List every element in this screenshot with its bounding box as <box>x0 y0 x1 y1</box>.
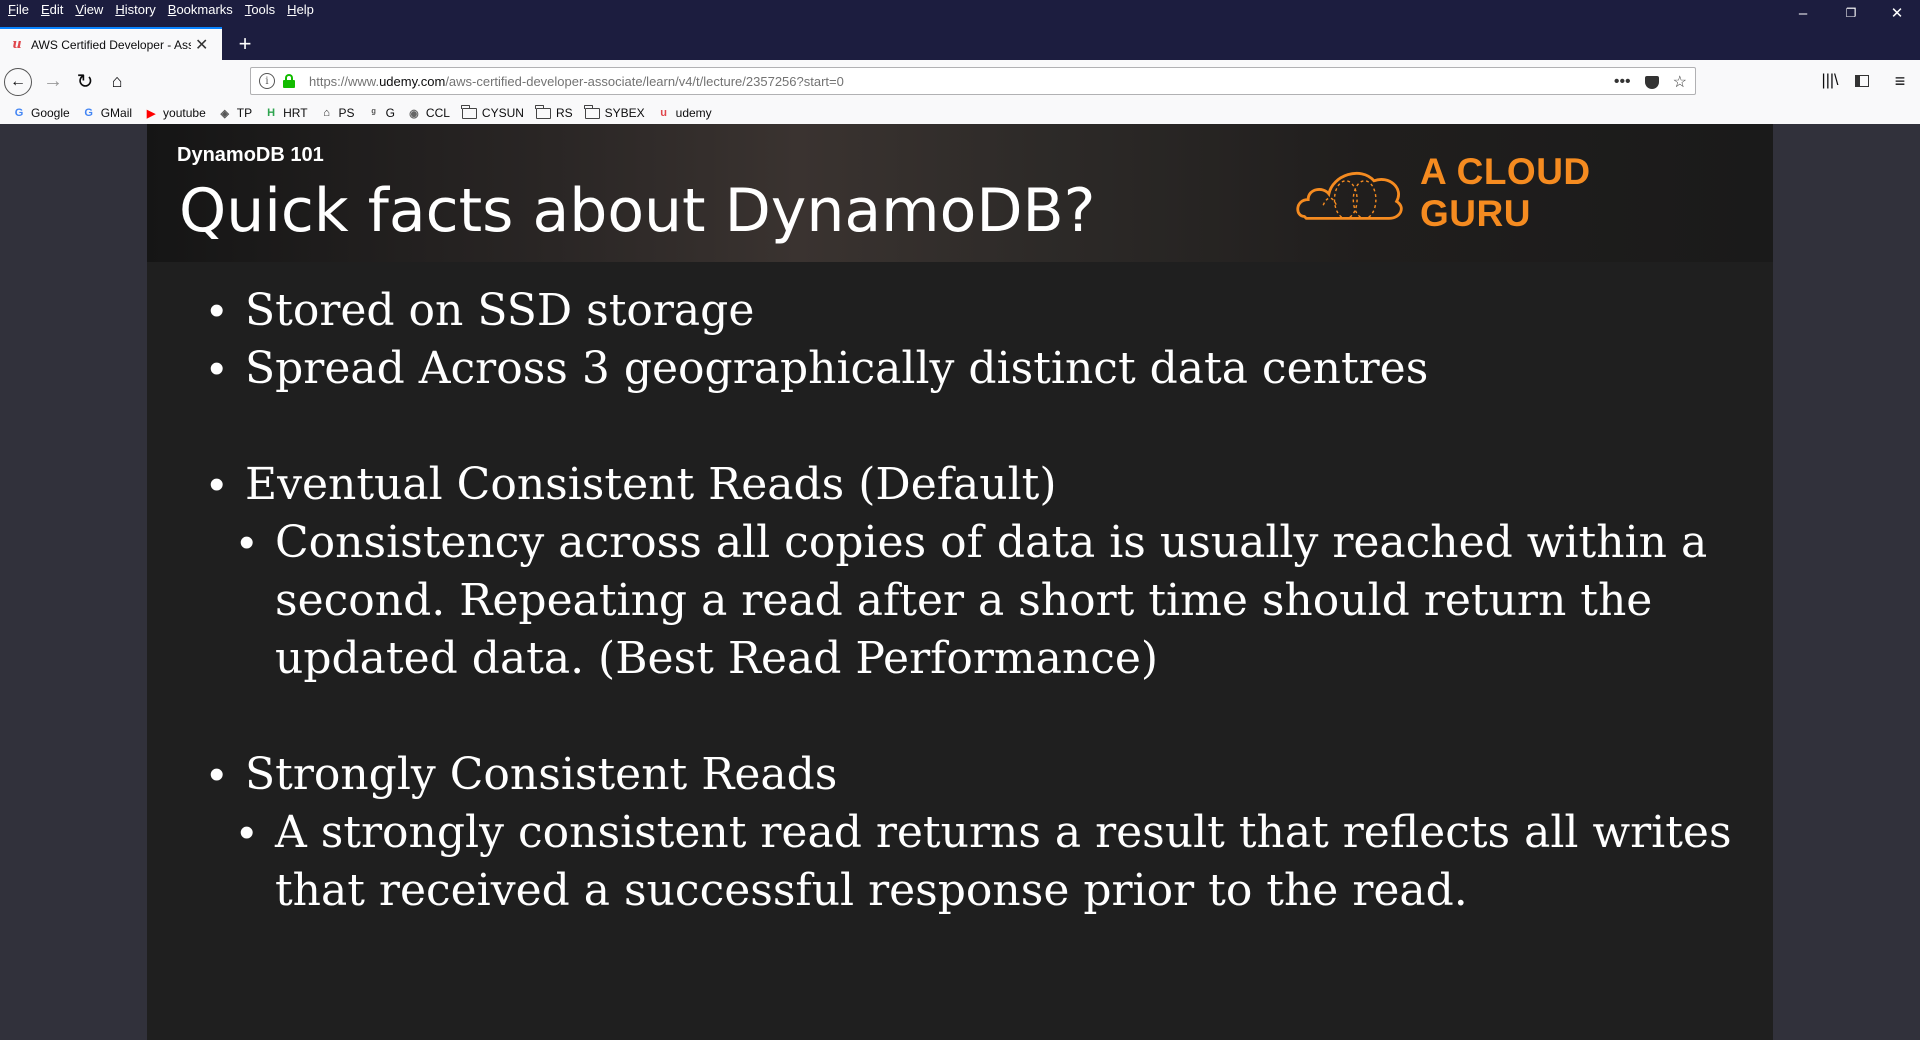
bookmark-label: G <box>385 106 395 120</box>
bullet-ssd: Stored on SSD storage <box>209 282 1749 340</box>
sidebar-icon <box>1855 75 1869 87</box>
lock-icon[interactable] <box>283 74 295 88</box>
menu-bar: File Edit View History Bookmarks Tools H… <box>2 0 320 20</box>
bookmark-youtube[interactable]: ▶ youtube <box>144 106 206 120</box>
bookmark-label: CCL <box>425 106 450 120</box>
bookmark-udemy[interactable]: u udemy <box>657 106 712 120</box>
slide-subtitle: DynamoDB 101 <box>177 144 324 166</box>
folder-icon <box>535 104 551 119</box>
tab-aws-certified-developer[interactable]: u AWS Certified Developer - Asso ✕ <box>0 27 222 60</box>
tab-strip: u AWS Certified Developer - Asso ✕ + <box>0 22 1920 60</box>
folder-icon <box>461 104 477 119</box>
bookmark-ccl[interactable]: ◉ CCL <box>407 106 450 120</box>
bookmark-label: SYBEX <box>604 106 645 120</box>
cloud-logo-icon <box>1296 171 1403 220</box>
sidebar-button[interactable] <box>1848 67 1876 95</box>
info-icon[interactable]: i <box>259 73 275 89</box>
g-icon: ᵍ <box>371 107 376 119</box>
url-text[interactable]: https://www.udemy.com/aws-certified-deve… <box>309 74 844 89</box>
home-icon: ⌂ <box>111 70 123 91</box>
bookmark-label: TP <box>236 106 253 120</box>
arrow-right-icon: → <box>43 69 63 92</box>
bookmark-label: udemy <box>675 106 712 120</box>
sub-bullet-strong-detail: A strongly consistent read returns a res… <box>239 804 1749 920</box>
google-icon: G <box>84 107 93 119</box>
menu-history[interactable]: History <box>109 0 161 20</box>
google-icon: G <box>14 107 24 119</box>
page-actions-icon[interactable]: ••• <box>1614 73 1631 91</box>
bookmark-google[interactable]: G Google <box>12 106 70 120</box>
bookmark-rs[interactable]: RS <box>535 104 573 120</box>
bullet-strong-reads: Strongly Consistent Reads <box>209 746 1749 804</box>
slide-header: DynamoDB 101 Quick facts about DynamoDB?… <box>147 124 1773 262</box>
bookmark-g[interactable]: ᵍG <box>367 106 395 120</box>
forward-button[interactable]: → <box>38 67 68 95</box>
bookmark-label: HRT <box>283 106 308 120</box>
bullet-eventual-reads: Eventual Consistent Reads (Default) <box>209 456 1749 514</box>
bullet-data-centres: Spread Across 3 geographically distinct … <box>209 340 1749 398</box>
library-button[interactable]: |||\ <box>1816 67 1844 95</box>
sub-bullet-eventual-detail: Consistency across all copies of data is… <box>239 514 1749 688</box>
arrow-left-icon: ← <box>10 73 26 90</box>
bookmark-star-icon[interactable]: ☆ <box>1673 72 1687 92</box>
navigation-bar: ← → ↻ ⌂ i https://www.udemy.com/aws-cert… <box>0 60 1920 102</box>
pocket-icon[interactable] <box>1644 75 1659 89</box>
bookmark-ps[interactable]: ⌂ PS <box>320 106 355 120</box>
shield-icon: ◉ <box>409 107 419 120</box>
bookmark-hrt[interactable]: H HRT <box>264 106 307 120</box>
bookmark-label: CYSUN <box>481 106 524 120</box>
tab-title: AWS Certified Developer - Asso <box>31 37 191 52</box>
bookmark-tp[interactable]: ◈ TP <box>218 106 253 120</box>
title-bar: File Edit View History Bookmarks Tools H… <box>0 0 1920 22</box>
bookmark-label: PS <box>338 106 355 120</box>
hamburger-menu-icon: ≡ <box>1894 70 1906 91</box>
udemy-icon: u <box>12 37 22 52</box>
diamond-icon: ◈ <box>220 107 229 120</box>
bookmark-label: GMail <box>100 106 133 120</box>
a-cloud-guru-logo: A CLOUD GURU <box>1295 151 1695 234</box>
menu-edit[interactable]: Edit <box>35 0 69 20</box>
lecture-slide[interactable]: DynamoDB 101 Quick facts about DynamoDB?… <box>147 124 1773 1040</box>
menu-help[interactable]: Help <box>281 0 320 20</box>
close-tab-icon[interactable]: ✕ <box>195 35 208 55</box>
ps-icon: ⌂ <box>323 107 330 119</box>
bookmark-label: youtube <box>163 106 206 120</box>
menu-file[interactable]: File <box>2 0 35 20</box>
hrt-icon: H <box>267 107 276 119</box>
open-menu-button[interactable]: ≡ <box>1886 67 1914 95</box>
new-tab-button[interactable]: + <box>231 30 259 58</box>
logo-text: A CLOUD GURU <box>1419 151 1591 234</box>
bookmark-cysun[interactable]: CYSUN <box>461 104 524 120</box>
udemy-icon: u <box>660 107 667 119</box>
menu-tools[interactable]: Tools <box>239 0 281 20</box>
menu-bookmarks[interactable]: Bookmarks <box>162 0 239 20</box>
bookmark-sybex[interactable]: SYBEX <box>584 104 645 120</box>
bookmark-label: Google <box>31 106 70 120</box>
reload-icon: ↻ <box>76 70 94 93</box>
back-button[interactable]: ← <box>4 68 32 96</box>
youtube-icon: ▶ <box>146 107 156 120</box>
reload-button[interactable]: ↻ <box>70 67 100 95</box>
bookmark-label: RS <box>555 106 573 120</box>
library-icon: |||\ <box>1821 72 1839 89</box>
bookmarks-toolbar: G Google G GMail ▶ youtube ◈ TP H HRT ⌂ PS ᵍ G ◉ CCL CYS… <box>0 102 1920 124</box>
url-bar[interactable]: i https://www.udemy.com/aws-certified-de… <box>250 67 1696 95</box>
slide-body: Stored on SSD storage Spread Across 3 ge… <box>209 282 1749 920</box>
folder-icon <box>584 104 600 119</box>
home-button[interactable]: ⌂ <box>102 67 132 95</box>
bookmark-gmail[interactable]: G GMail <box>82 106 132 120</box>
menu-view[interactable]: View <box>69 0 109 20</box>
slide-title: Quick facts about DynamoDB? <box>179 176 1096 246</box>
